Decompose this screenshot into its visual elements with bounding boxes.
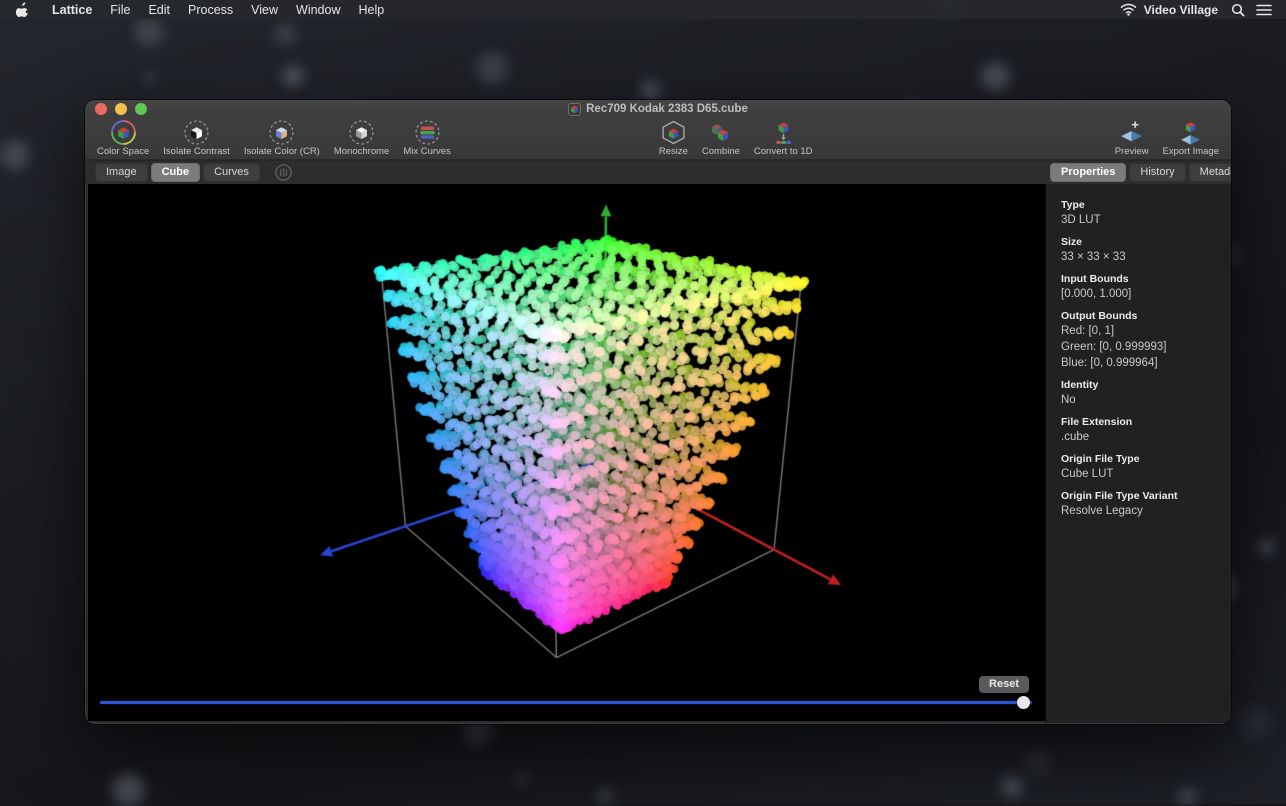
search-icon[interactable] [1231,3,1245,17]
slider-track[interactable] [100,701,1032,704]
monochrome-icon [349,120,374,145]
apple-menu[interactable] [16,2,29,17]
close-button[interactable] [95,103,107,115]
window-title: Rec709 Kodak 2383 D65.cube [586,103,748,115]
property-label: Input Bounds [1061,273,1231,285]
reset-button[interactable]: Reset [979,676,1029,693]
menu-item-view[interactable]: View [242,3,287,17]
property-label: Size [1061,236,1231,248]
lut-cube-3d-view[interactable] [88,184,1043,721]
toolbar-label: Resize [659,146,688,157]
tab-history[interactable]: History [1129,163,1185,182]
timeline-slider[interactable] [100,695,1032,709]
toolbar-label: Preview [1115,146,1149,157]
slider-thumb[interactable] [1017,696,1030,709]
property-label: Type [1061,199,1231,211]
export-image-button[interactable]: Export Image [1159,119,1224,158]
resize-button[interactable]: Resize [655,119,692,158]
grid-display-icon[interactable] [275,164,292,181]
menu-bar: Lattice File Edit Process View Window He… [0,0,1286,19]
toolbar-label: Isolate Color (CR) [244,146,320,157]
menu-item-help[interactable]: Help [350,3,394,17]
color-space-button[interactable]: Color Space [93,119,153,158]
isolate-color-button[interactable]: Isolate Color (CR) [240,119,324,158]
combine-icon [708,120,733,145]
property-value: No [1061,394,1231,407]
preview-icon [1119,120,1144,145]
convert-to-1d-icon [771,120,796,145]
toolbar-label: Monochrome [334,146,389,157]
toolbar-label: Mix Curves [403,146,451,157]
color-space-icon [111,120,136,145]
export-image-icon [1178,120,1203,145]
property-value: Red: [0, 1] [1061,325,1231,338]
property-value: 3D LUT [1061,214,1231,227]
property-value: .cube [1061,431,1231,444]
wifi-icon[interactable] [1120,3,1137,16]
apple-logo-icon [16,2,29,17]
wifi-network-name[interactable]: Video Village [1144,3,1218,17]
menu-item-window[interactable]: Window [287,3,349,17]
property-label: Output Bounds [1061,310,1231,322]
property-value: [0.000, 1.000] [1061,288,1231,301]
mix-curves-icon [415,120,440,145]
convert-to-1d-button[interactable]: Convert to 1D [750,119,817,158]
tab-image[interactable]: Image [95,163,148,182]
menu-item-file[interactable]: File [101,3,139,17]
monochrome-button[interactable]: Monochrome [330,119,393,158]
toolbar-label: Isolate Contrast [163,146,230,157]
combine-button[interactable]: Combine [698,119,744,158]
zoom-button[interactable] [135,103,147,115]
minimize-button[interactable] [115,103,127,115]
title-bar[interactable]: Rec709 Kodak 2383 D65.cube [85,100,1231,118]
tab-cube[interactable]: Cube [151,163,201,182]
toolbar-label: Convert to 1D [754,146,813,157]
property-label: File Extension [1061,416,1231,428]
property-label: Origin File Type [1061,453,1231,465]
list-menu-icon[interactable] [1256,4,1272,16]
preview-button[interactable]: Preview [1111,119,1153,158]
mix-curves-button[interactable]: Mix Curves [399,119,455,158]
toolbar-label: Export Image [1163,146,1220,157]
menu-item-lattice[interactable]: Lattice [43,3,101,17]
toolbar-label: Combine [702,146,740,157]
properties-panel: Type 3D LUT Size 33 × 33 × 33 Input Bounds [0… [1045,184,1231,723]
property-value: Resolve Legacy [1061,505,1231,518]
resize-icon [661,120,686,145]
toolbar: Color Space Isolate Contrast [85,118,1231,160]
property-value: Green: [0, 0.999993] [1061,341,1231,354]
isolate-contrast-button[interactable]: Isolate Contrast [159,119,234,158]
menu-item-process[interactable]: Process [179,3,242,17]
tab-curves[interactable]: Curves [203,163,260,182]
property-label: Origin File Type Variant [1061,490,1231,502]
isolate-color-icon [269,120,294,145]
isolate-contrast-icon [184,120,209,145]
tab-metadata[interactable]: Metadata [1189,163,1231,182]
property-value: 33 × 33 × 33 [1061,251,1231,264]
tab-properties[interactable]: Properties [1050,163,1126,182]
cube-viewport[interactable]: Reset [88,184,1045,721]
property-value: Cube LUT [1061,468,1231,481]
toolbar-label: Color Space [97,146,149,157]
property-value: Blue: [0, 0.999964] [1061,357,1231,370]
menu-item-edit[interactable]: Edit [139,3,179,17]
document-proxy-icon [568,103,581,116]
lattice-window: Rec709 Kodak 2383 D65.cube Color Space [85,100,1231,724]
tab-bar: Image Cube Curves Properties History Met… [85,160,1231,184]
property-label: Identity [1061,379,1231,391]
